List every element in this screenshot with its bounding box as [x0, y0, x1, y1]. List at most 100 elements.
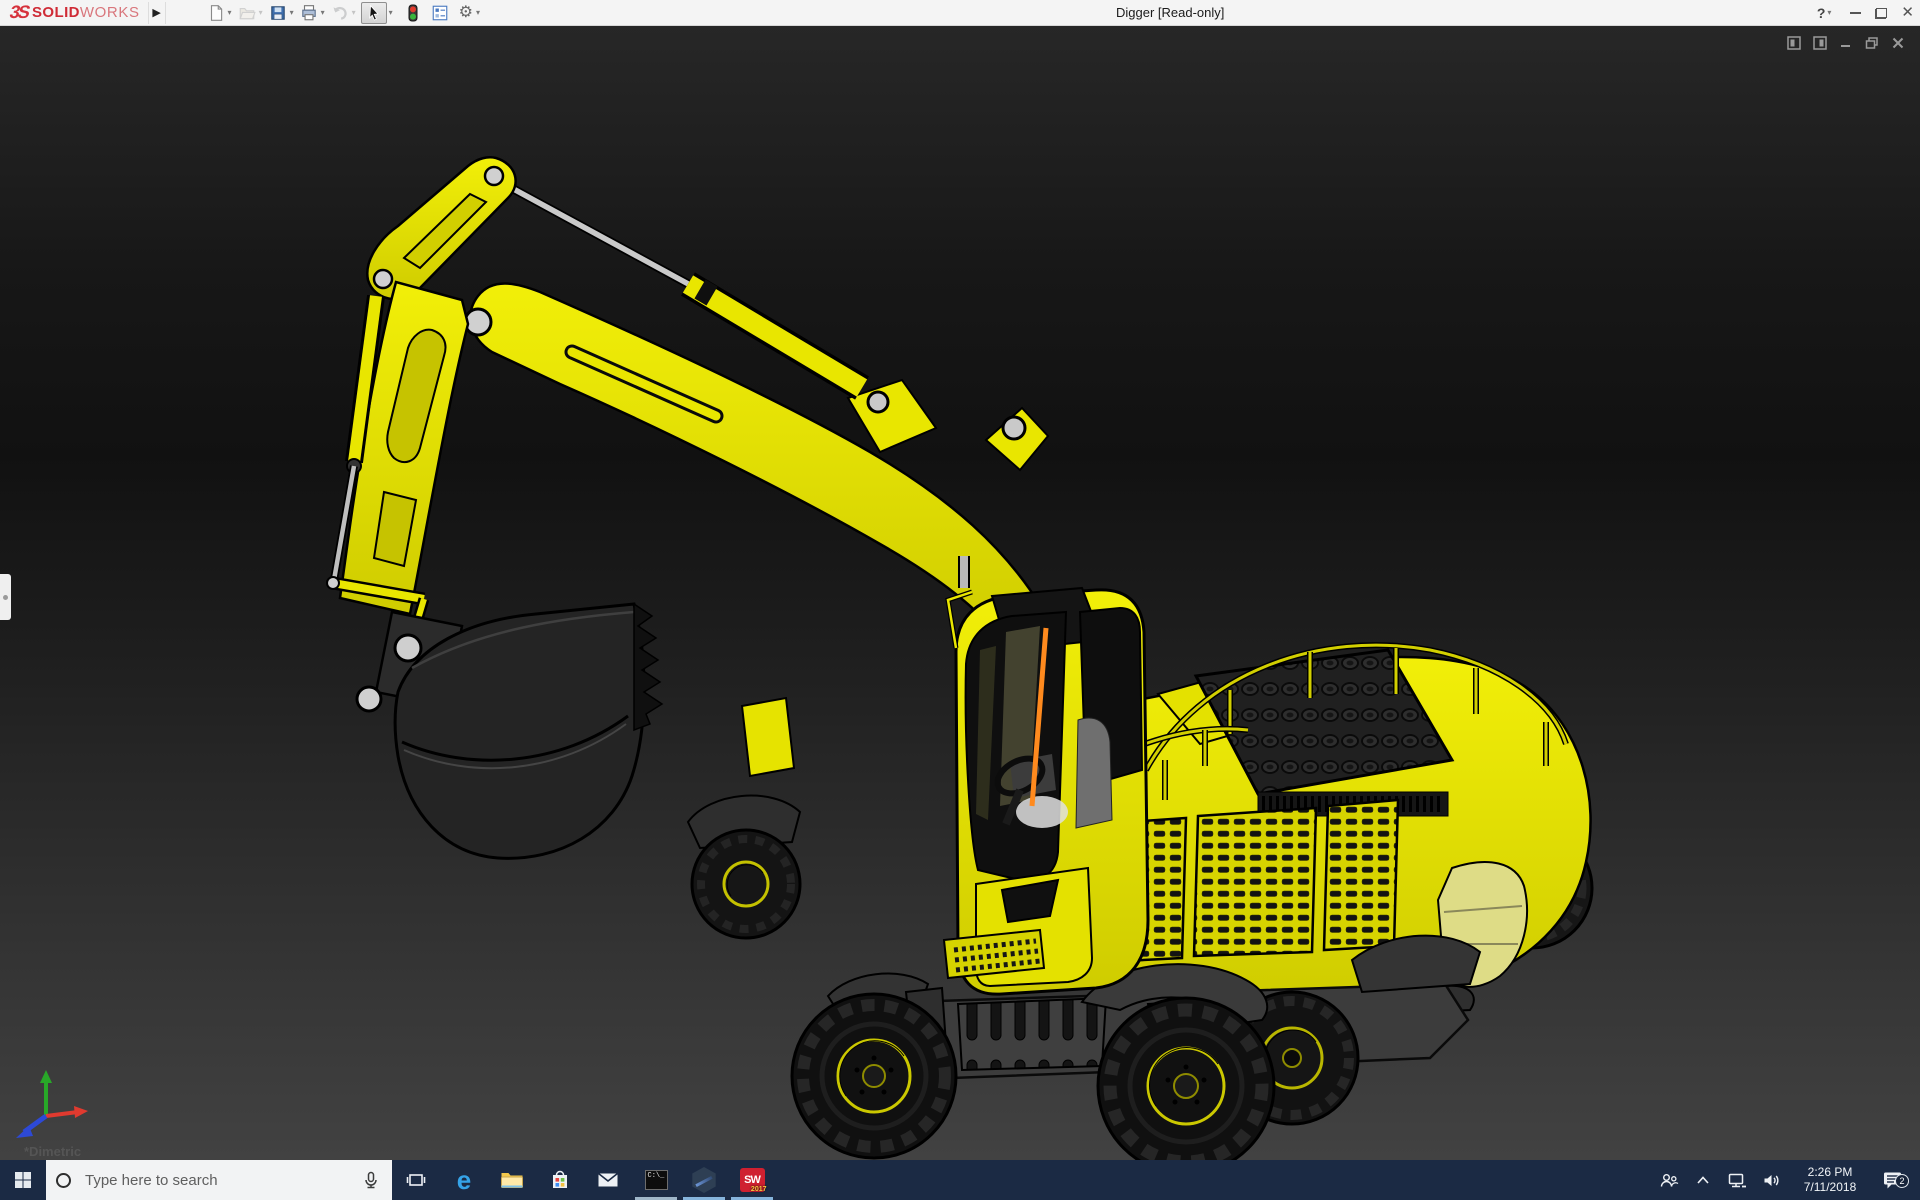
- bucket-teeth: [633, 602, 664, 732]
- mdi-close-icon[interactable]: [1889, 34, 1906, 51]
- start-button[interactable]: [0, 1160, 46, 1200]
- title-bar: 3S SOLID WORKS ▶ ▾ ▾ ▾ ▾ ▾ ▾ ⚙ ▾ Digger …: [0, 0, 1920, 26]
- window-controls: ? ▾ ✕: [1817, 0, 1914, 26]
- graphics-viewport[interactable]: *Dimetric: [0, 26, 1920, 1160]
- boom-elbow-pin[interactable]: [463, 307, 493, 337]
- speaker-icon: [1764, 1174, 1778, 1186]
- panel-tab-dot: [3, 594, 8, 600]
- save-button[interactable]: [268, 2, 288, 24]
- seat: [1075, 717, 1113, 829]
- command-prompt-icon: C:\_: [644, 1170, 668, 1190]
- clock[interactable]: 2:26 PM 7/11/2018: [1792, 1165, 1868, 1195]
- clock-date: 7/11/2018: [1803, 1180, 1857, 1194]
- undo-dropdown-caret[interactable]: ▾: [352, 8, 356, 17]
- task-view-button[interactable]: [392, 1160, 440, 1200]
- edge-icon: e: [456, 1165, 472, 1195]
- mdi-restore-icon[interactable]: [1863, 34, 1880, 51]
- restore-icon: [1875, 7, 1888, 19]
- network-button[interactable]: [1724, 1172, 1750, 1189]
- restore-button[interactable]: [1875, 7, 1888, 19]
- window-preview-2-icon[interactable]: [1811, 34, 1828, 51]
- solidworks-app-icon: SW 2017: [739, 1168, 767, 1193]
- new-document-button[interactable]: [206, 2, 226, 24]
- notification-badge: 2: [1895, 1174, 1909, 1188]
- undo-arrow-icon: [333, 6, 347, 20]
- open-folder-icon: [239, 7, 256, 19]
- volume-button[interactable]: [1758, 1172, 1784, 1189]
- print-button[interactable]: [299, 2, 319, 24]
- options-button[interactable]: ⚙: [458, 2, 474, 24]
- mail-icon: [598, 1172, 618, 1187]
- taskbar: Type here to search e C:\_ SW 2017 2:26 …: [0, 1160, 1920, 1200]
- network-icon: [1728, 1173, 1746, 1187]
- menu-flyout-arrow-icon[interactable]: ▶: [147, 1, 166, 24]
- save-dropdown-caret[interactable]: ▾: [290, 8, 294, 17]
- cortana-icon: [56, 1172, 71, 1188]
- front-right-wheel[interactable]: [1096, 996, 1276, 1160]
- logo-text-solid: SOLID: [32, 4, 80, 21]
- 3ds-mark-icon: 3S: [7, 2, 31, 22]
- minimize-button[interactable]: [1850, 12, 1862, 14]
- action-center-button[interactable]: 2: [1876, 1170, 1910, 1190]
- close-icon: ✕: [1901, 4, 1914, 21]
- chevron-up-icon: [1697, 1176, 1709, 1184]
- standard-toolbar: ▾ ▾ ▾ ▾ ▾ ▾ ⚙ ▾: [206, 0, 485, 26]
- orientation-triad-icon: [16, 1070, 88, 1138]
- cab[interactable]: [942, 556, 1150, 996]
- mdi-minimize-icon[interactable]: [1837, 34, 1854, 51]
- print-icon: [301, 4, 316, 20]
- help-button[interactable]: ? ▾: [1817, 0, 1837, 26]
- left-step-bracket[interactable]: [740, 696, 796, 778]
- help-dropdown-caret[interactable]: ▾: [1827, 0, 1831, 26]
- options-dropdown-caret[interactable]: ▾: [476, 8, 480, 17]
- solidworks-2017-button[interactable]: SW 2017: [728, 1160, 776, 1200]
- people-button[interactable]: [1656, 1172, 1682, 1189]
- close-button[interactable]: ✕: [1901, 0, 1914, 26]
- open-button[interactable]: [237, 2, 257, 24]
- mail-button[interactable]: [584, 1160, 632, 1200]
- undo-button[interactable]: [330, 2, 350, 24]
- hexagon-app-icon: [692, 1167, 716, 1193]
- left-side-wheel[interactable]: [686, 794, 802, 940]
- logo-text-works: WORKS: [79, 4, 140, 21]
- file-explorer-icon: [501, 1173, 523, 1188]
- mdi-window-controls: [1785, 34, 1906, 51]
- people-icon: [1660, 1173, 1679, 1187]
- minimize-icon: [1850, 12, 1862, 14]
- gear-icon: ⚙: [458, 3, 473, 21]
- search-placeholder: Type here to search: [85, 1171, 218, 1189]
- system-tray: 2:26 PM 7/11/2018 2: [1656, 1160, 1920, 1200]
- select-dropdown-caret[interactable]: ▾: [389, 8, 393, 17]
- tray-chevron-button[interactable]: [1690, 1175, 1716, 1185]
- file-explorer-button[interactable]: [488, 1160, 536, 1200]
- microphone-icon[interactable]: [362, 1171, 380, 1190]
- excavator-model[interactable]: [0, 26, 1920, 1160]
- stoplight-button[interactable]: [404, 2, 422, 24]
- display-list-button[interactable]: [430, 2, 450, 24]
- command-prompt-button[interactable]: C:\_: [632, 1160, 680, 1200]
- select-cursor-icon: [368, 4, 379, 20]
- window-preview-1-icon[interactable]: [1785, 34, 1802, 51]
- front-left-wheel[interactable]: [790, 992, 958, 1160]
- store-button[interactable]: [536, 1160, 584, 1200]
- task-view-icon: [406, 1174, 426, 1186]
- collapsed-panel-tab[interactable]: [0, 574, 11, 620]
- store-icon: [553, 1170, 567, 1188]
- clock-time: 2:26 PM: [1807, 1165, 1853, 1179]
- windows-logo-icon: [15, 1172, 31, 1188]
- open-dropdown-caret[interactable]: ▾: [259, 8, 263, 17]
- document-title: Digger [Read-only]: [1116, 5, 1225, 20]
- view-orientation-label: *Dimetric: [24, 1144, 82, 1159]
- top-link-plate[interactable]: [366, 156, 517, 301]
- save-floppy-icon: [270, 5, 285, 20]
- screen: 3S SOLID WORKS ▶ ▾ ▾ ▾ ▾ ▾ ▾ ⚙ ▾ Digger …: [0, 0, 1920, 1200]
- stoplight-icon: [408, 4, 418, 21]
- edge-button[interactable]: e: [440, 1160, 488, 1200]
- print-dropdown-caret[interactable]: ▾: [321, 8, 325, 17]
- select-tool-button[interactable]: [360, 1, 387, 24]
- search-input[interactable]: Type here to search: [46, 1160, 392, 1200]
- new-document-icon: [210, 4, 222, 21]
- hexagon-app-button[interactable]: [680, 1160, 728, 1200]
- new-dropdown-caret[interactable]: ▾: [228, 8, 232, 17]
- display-list-icon: [432, 5, 447, 20]
